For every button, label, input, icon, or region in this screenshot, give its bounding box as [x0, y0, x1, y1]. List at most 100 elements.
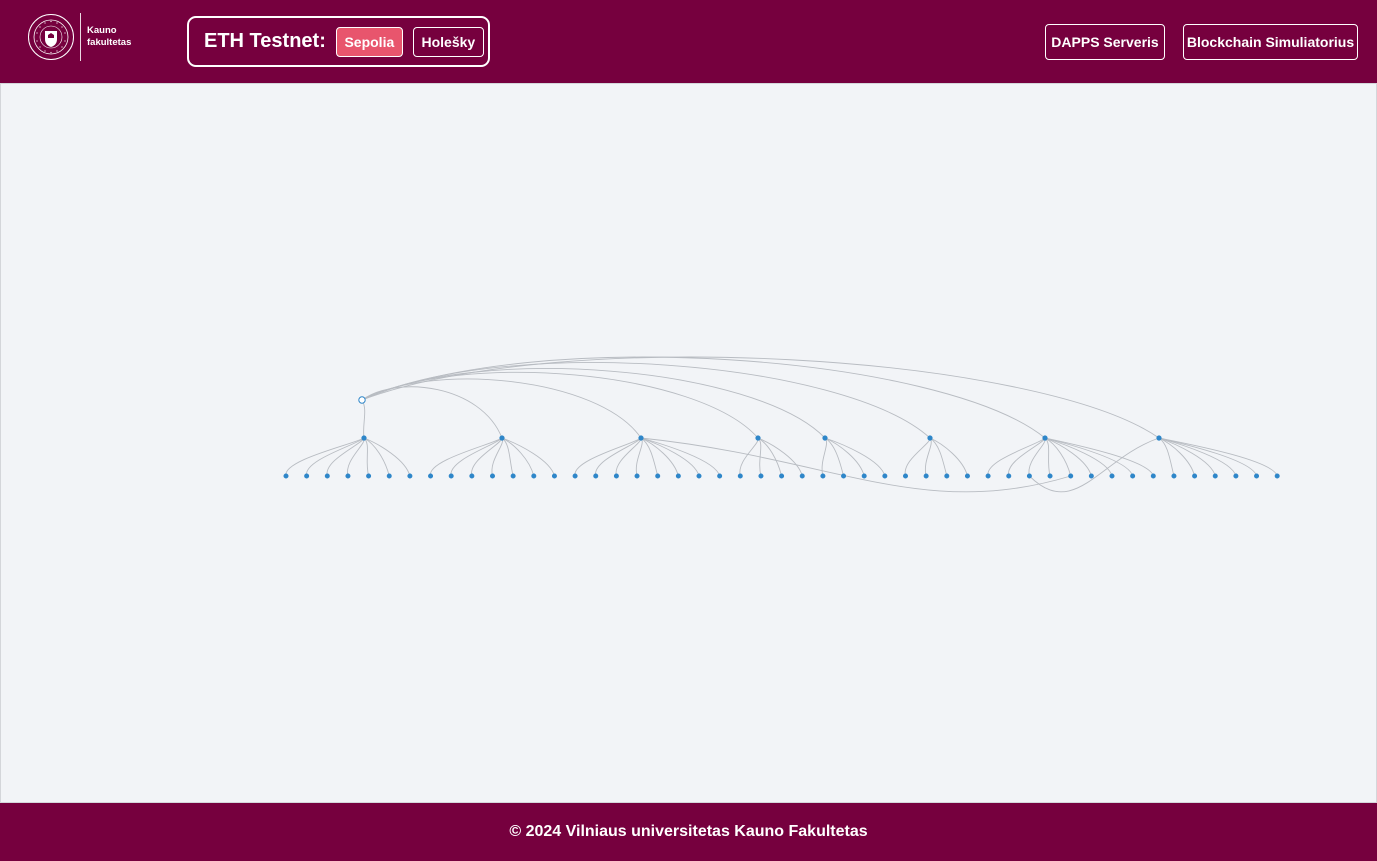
transaction-node[interactable]: [1109, 473, 1115, 479]
footer-copyright: © 2024 Vilniaus universitetas Kauno Faku…: [509, 823, 868, 840]
contract-node[interactable]: [927, 435, 933, 441]
child-edge: [640, 437, 700, 477]
contract-node[interactable]: [499, 435, 505, 441]
child-edge: [574, 437, 642, 477]
transaction-node[interactable]: [696, 473, 702, 479]
university-logo[interactable]: Kauno fakultetas: [28, 12, 131, 62]
root-edge: [361, 356, 1046, 439]
transaction-node[interactable]: [1212, 473, 1218, 479]
contract-node[interactable]: [1156, 435, 1162, 441]
child-edge: [595, 437, 642, 477]
child-edge: [450, 437, 503, 477]
transaction-node[interactable]: [366, 473, 372, 479]
child-edge: [987, 437, 1046, 477]
child-edge: [326, 437, 365, 477]
transaction-node[interactable]: [572, 473, 578, 479]
child-edge: [1044, 437, 1051, 477]
root-edge: [361, 378, 642, 439]
transaction-node[interactable]: [324, 473, 330, 479]
child-edge: [1028, 437, 1046, 477]
transaction-node[interactable]: [1150, 473, 1156, 479]
graph-edges: [285, 356, 1278, 493]
blockchain-simulator-button[interactable]: Blockchain Simuliatorius: [1183, 24, 1358, 60]
contract-node-icon[interactable]: [358, 396, 366, 404]
transaction-node[interactable]: [717, 473, 723, 479]
transaction-node[interactable]: [799, 473, 805, 479]
child-edge: [904, 437, 931, 477]
child-edge: [1044, 437, 1092, 477]
contract-graph[interactable]: [1, 84, 1377, 804]
logo-divider: [80, 13, 81, 61]
logo-line-1: Kauno: [87, 25, 117, 36]
transaction-node[interactable]: [1130, 473, 1136, 479]
transaction-node[interactable]: [283, 473, 289, 479]
transaction-node[interactable]: [593, 473, 599, 479]
app-header: Kauno fakultetas ETH Testnet: Sepolia Ho…: [0, 0, 1377, 83]
transaction-node[interactable]: [841, 473, 847, 479]
transaction-node[interactable]: [428, 473, 434, 479]
network-holesky-button[interactable]: Holešky: [412, 26, 484, 57]
transaction-node[interactable]: [1192, 473, 1198, 479]
transaction-node[interactable]: [469, 473, 475, 479]
transaction-node[interactable]: [407, 473, 413, 479]
transaction-node[interactable]: [510, 473, 516, 479]
contract-node[interactable]: [822, 435, 828, 441]
transaction-node[interactable]: [531, 473, 537, 479]
transaction-node[interactable]: [675, 473, 681, 479]
transaction-node[interactable]: [304, 473, 310, 479]
transaction-node[interactable]: [1026, 473, 1032, 479]
transaction-node[interactable]: [902, 473, 908, 479]
child-edge: [471, 437, 503, 477]
transaction-node[interactable]: [964, 473, 970, 479]
transaction-node[interactable]: [1274, 473, 1280, 479]
graph-canvas[interactable]: [0, 83, 1377, 803]
transaction-node[interactable]: [613, 473, 619, 479]
transaction-node[interactable]: [1171, 473, 1177, 479]
transaction-node[interactable]: [345, 473, 351, 479]
transaction-node[interactable]: [1006, 473, 1012, 479]
transaction-node[interactable]: [634, 473, 640, 479]
child-edge: [363, 437, 411, 477]
transaction-node[interactable]: [861, 473, 867, 479]
root-edge: [361, 386, 503, 439]
university-seal-icon: [28, 14, 74, 60]
child-edge: [306, 437, 365, 477]
child-edge: [1044, 437, 1113, 477]
transaction-node[interactable]: [1068, 473, 1074, 479]
child-edge: [929, 437, 948, 477]
logo-line-2: fakultetas: [87, 37, 132, 48]
transaction-node[interactable]: [985, 473, 991, 479]
testnet-selector: ETH Testnet: Sepolia Holešky: [187, 16, 490, 67]
network-sepolia-button[interactable]: Sepolia: [335, 26, 403, 57]
root-edge: [361, 399, 366, 439]
testnet-label: ETH Testnet:: [204, 30, 326, 52]
logo-text: Kauno fakultetas: [87, 25, 131, 49]
transaction-node[interactable]: [944, 473, 950, 479]
transaction-node[interactable]: [1233, 473, 1239, 479]
transaction-node[interactable]: [1254, 473, 1260, 479]
transaction-node[interactable]: [1088, 473, 1094, 479]
transaction-node[interactable]: [923, 473, 929, 479]
app-footer: © 2024 Vilniaus universitetas Kauno Faku…: [0, 803, 1377, 861]
transaction-node[interactable]: [386, 473, 392, 479]
transaction-node[interactable]: [551, 473, 557, 479]
child-edge: [1158, 437, 1175, 477]
transaction-node[interactable]: [758, 473, 764, 479]
transaction-node[interactable]: [448, 473, 454, 479]
contract-node[interactable]: [638, 435, 644, 441]
child-edge: [824, 437, 886, 477]
child-edge: [363, 437, 370, 477]
transaction-node[interactable]: [779, 473, 785, 479]
transaction-node[interactable]: [882, 473, 888, 479]
transaction-node[interactable]: [1047, 473, 1053, 479]
child-edge: [1008, 437, 1046, 477]
transaction-node[interactable]: [655, 473, 661, 479]
transaction-node[interactable]: [489, 473, 495, 479]
child-edge: [821, 437, 827, 477]
contract-node[interactable]: [361, 435, 367, 441]
dapps-server-button[interactable]: DAPPS Serveris: [1045, 24, 1165, 60]
transaction-node[interactable]: [737, 473, 743, 479]
contract-node[interactable]: [755, 435, 761, 441]
contract-node[interactable]: [1042, 435, 1048, 441]
transaction-node[interactable]: [820, 473, 826, 479]
